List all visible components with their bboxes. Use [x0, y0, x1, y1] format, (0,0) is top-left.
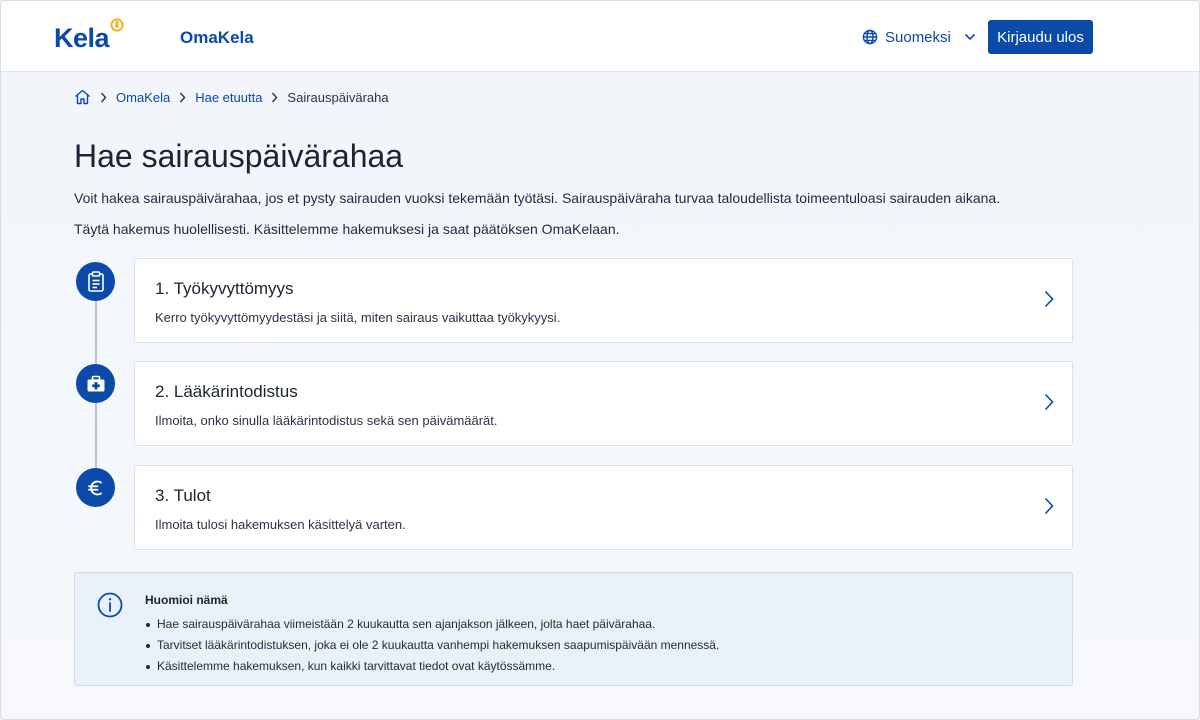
breadcrumb-chevron-icon — [271, 92, 278, 103]
step-description: Ilmoita, onko sinulla lääkärintodistus s… — [155, 413, 498, 428]
notice-heading: Huomioi nämä — [145, 593, 228, 607]
breadcrumb-link-hae-etuutta[interactable]: Hae etuutta — [195, 90, 262, 105]
medical-case-icon — [76, 364, 115, 403]
breadcrumb: OmaKela Hae etuutta Sairauspäiväraha — [74, 87, 389, 107]
app-name[interactable]: OmaKela — [180, 28, 254, 48]
logout-button[interactable]: Kirjaudu ulos — [988, 20, 1093, 54]
chevron-right-icon — [1044, 497, 1054, 520]
logo-mark-icon — [110, 18, 124, 32]
chevron-down-icon — [964, 33, 976, 41]
breadcrumb-current: Sairauspäiväraha — [287, 89, 389, 105]
info-icon — [97, 592, 123, 623]
notice-item: Tarvitset lääkärintodistuksen, joka ei o… — [145, 635, 719, 656]
notice-list: Hae sairauspäivärahaa viimeistään 2 kuuk… — [145, 614, 719, 677]
breadcrumb-link-omakela[interactable]: OmaKela — [116, 90, 170, 105]
home-icon[interactable] — [74, 89, 91, 105]
step-description: Kerro työkyvyttömyydestäsi ja siitä, mit… — [155, 310, 561, 325]
breadcrumb-chevron-icon — [179, 92, 186, 103]
intro-paragraph-1: Voit hakea sairauspäivärahaa, jos et pys… — [74, 190, 1001, 206]
notice-item: Hae sairauspäivärahaa viimeistään 2 kuuk… — [145, 614, 719, 635]
clipboard-icon — [76, 262, 115, 301]
step-title: 2. Lääkärintodistus — [155, 382, 298, 401]
globe-icon — [862, 29, 878, 45]
intro-paragraph-2: Täytä hakemus huolellisesti. Käsittelemm… — [74, 221, 620, 237]
kela-logo[interactable]: Kela — [54, 18, 124, 54]
euro-icon — [76, 468, 115, 507]
step-description: Ilmoita tulosi hakemuksen käsittelyä var… — [155, 517, 406, 532]
step-card-tyokyvyttomyys[interactable]: 1. Työkyvyttömyys Kerro työkyvyttömyydes… — [134, 258, 1073, 343]
language-label: Suomeksi — [885, 28, 951, 46]
step-card-laakarintodistus[interactable]: 2. Lääkärintodistus Ilmoita, onko sinull… — [134, 361, 1073, 446]
step-card-tulot[interactable]: 3. Tulot Ilmoita tulosi hakemuksen käsit… — [134, 465, 1073, 550]
logo-text: Kela — [54, 23, 110, 53]
step-title: 1. Työkyvyttömyys — [155, 279, 294, 298]
language-selector[interactable]: Suomeksi — [862, 26, 976, 48]
step-title: 3. Tulot — [155, 486, 211, 505]
browser-frame: Kela OmaKela Suomeksi Kirjaudu ulos OmaK… — [0, 0, 1200, 720]
chevron-right-icon — [1044, 290, 1054, 313]
notice-box: Huomioi nämä Hae sairauspäivärahaa viime… — [74, 572, 1073, 686]
breadcrumb-chevron-icon — [100, 92, 107, 103]
page-title: Hae sairauspäivärahaa — [74, 138, 404, 174]
chevron-right-icon — [1044, 393, 1054, 416]
site-header: Kela OmaKela Suomeksi Kirjaudu ulos — [1, 1, 1199, 72]
notice-item: Käsittelemme hakemuksen, kun kaikki tarv… — [145, 656, 719, 677]
